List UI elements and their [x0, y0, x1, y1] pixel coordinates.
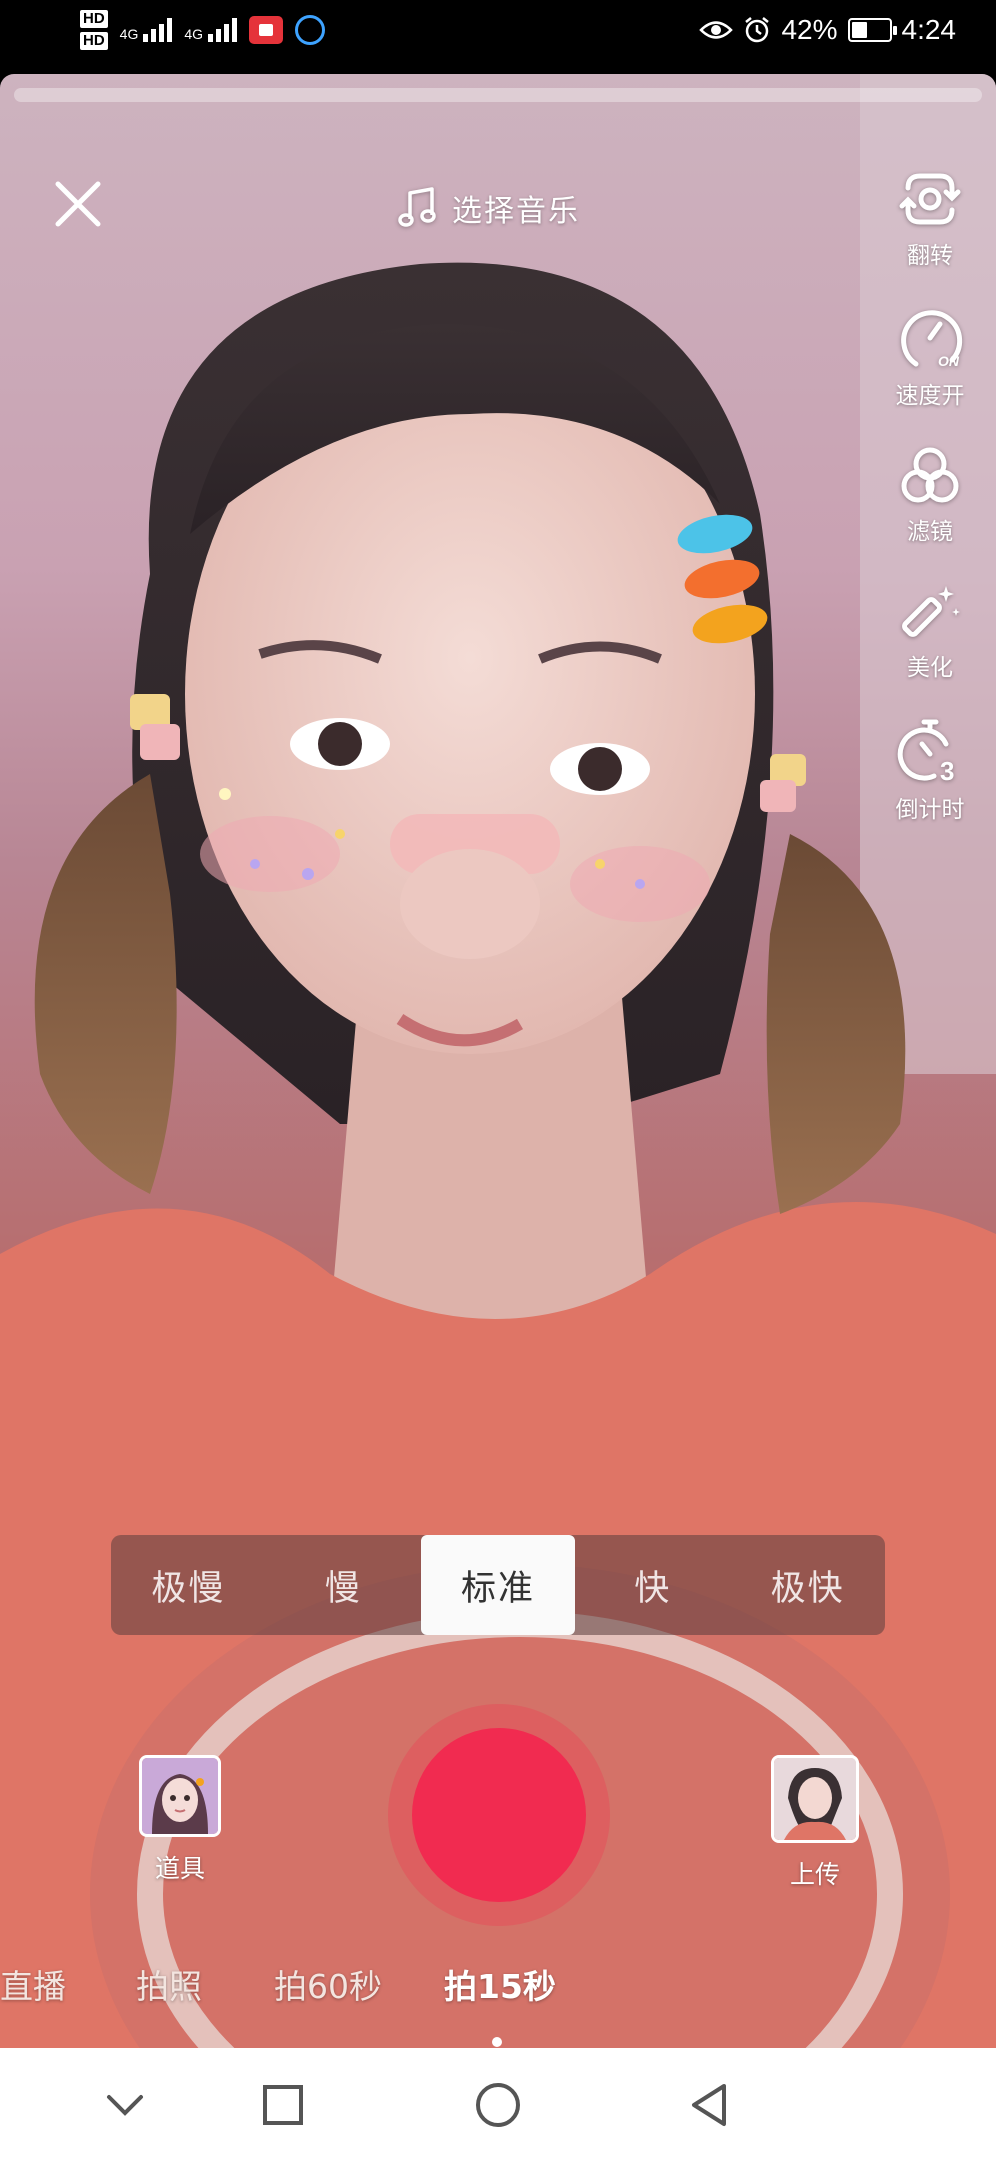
speed-toggle-label: 速度开 [895, 383, 965, 409]
props-label: 道具 [154, 1854, 205, 1883]
svg-text:ON: ON [938, 353, 960, 369]
chevron-down-icon [107, 2095, 143, 2116]
recording-progress-track [14, 88, 982, 102]
record-button[interactable] [412, 1728, 586, 1902]
nav-hide-button[interactable] [100, 2080, 150, 2130]
select-music-button[interactable]: 选择音乐 [398, 178, 580, 238]
speed-option-very-fast[interactable]: 极快 [730, 1535, 885, 1635]
props-thumbnail [139, 1755, 221, 1837]
status-bar: HD HD 4G 4G 42% 4:24 [0, 0, 996, 72]
speed-selector: 极慢 慢 标准 快 极快 [111, 1535, 885, 1635]
battery-fill [851, 22, 867, 38]
flip-camera-label: 翻转 [907, 243, 953, 269]
battery-icon [847, 18, 897, 42]
nav-back-button[interactable] [684, 2080, 734, 2130]
mode-tab-15s[interactable]: 拍15秒 [444, 1960, 556, 2008]
mode-indicator-dot [492, 2037, 502, 2047]
speed-option-normal[interactable]: 标准 [420, 1535, 576, 1635]
countdown-button[interactable]: 3 倒计时 [884, 714, 976, 824]
alarm-icon [745, 17, 770, 43]
circle-home-icon [476, 2083, 520, 2127]
nav-home-button[interactable] [473, 2080, 523, 2130]
hd-badge-2: HD [80, 32, 108, 50]
speed-toggle-button[interactable]: ON 速度开 [884, 302, 976, 410]
network-type-1: 4G [119, 26, 139, 42]
props-button[interactable]: 道具 [136, 1755, 224, 1885]
speed-option-very-slow[interactable]: 极慢 [111, 1535, 266, 1635]
nav-recents-button[interactable] [258, 2080, 308, 2130]
props-avatar-icon [142, 1758, 218, 1834]
filter-label: 滤镜 [907, 519, 953, 545]
mode-tab-live[interactable]: 直播 [0, 1960, 66, 2008]
speed-on-icon: ON [901, 310, 963, 369]
signal-1-icon: 4G [120, 18, 173, 42]
status-right: 42% 4:24 [699, 14, 956, 46]
capture-mode-tabs: 直播 拍照 拍60秒 拍15秒 [0, 1960, 996, 2010]
system-navigation-bar [0, 2048, 996, 2160]
filter-icon [901, 447, 959, 503]
upload-label: 上传 [789, 1860, 840, 1889]
speed-option-fast[interactable]: 快 [575, 1535, 730, 1635]
speed-option-slow[interactable]: 慢 [266, 1535, 421, 1635]
beauty-wand-icon [902, 586, 960, 637]
network-type-2: 4G [184, 26, 204, 42]
flip-camera-button[interactable]: 翻转 [884, 166, 976, 270]
beauty-button[interactable]: 美化 [884, 578, 976, 682]
clock: 4:24 [901, 14, 957, 45]
select-music-label: 选择音乐 [452, 194, 580, 229]
triangle-back-icon [692, 2084, 726, 2126]
screen-record-icon [249, 16, 284, 44]
music-note-icon [398, 187, 436, 227]
flip-camera-icon [899, 173, 961, 225]
mode-tab-photo[interactable]: 拍照 [136, 1960, 202, 2008]
camera-preview[interactable]: 选择音乐 翻转 ON 速度开 滤镜 美化 3 倒计时 极慢 慢 标准 快 极快 [0, 74, 996, 2048]
signal-2-icon: 4G [184, 18, 238, 42]
battery-percent: 42% [781, 14, 838, 45]
beauty-label: 美化 [907, 655, 953, 681]
svg-text:3: 3 [940, 756, 954, 786]
countdown-label: 倒计时 [895, 797, 965, 823]
right-toolbar: 翻转 ON 速度开 滤镜 美化 3 倒计时 [884, 166, 976, 856]
hd-badge-1: HD [80, 10, 108, 28]
upload-thumbnail [771, 1755, 859, 1843]
countdown-timer-icon: 3 [897, 719, 954, 786]
status-left: HD HD 4G 4G [80, 10, 326, 50]
eye-icon [699, 21, 734, 39]
close-button[interactable] [48, 174, 108, 234]
close-icon [55, 181, 101, 227]
headset-icon [295, 15, 326, 45]
square-icon [263, 2085, 303, 2125]
filter-button[interactable]: 滤镜 [884, 442, 976, 546]
upload-button[interactable]: 上传 [770, 1755, 860, 1891]
hd-indicators: HD HD [80, 10, 108, 50]
mode-tab-60s[interactable]: 拍60秒 [274, 1960, 382, 2008]
upload-gallery-icon [774, 1758, 856, 1840]
